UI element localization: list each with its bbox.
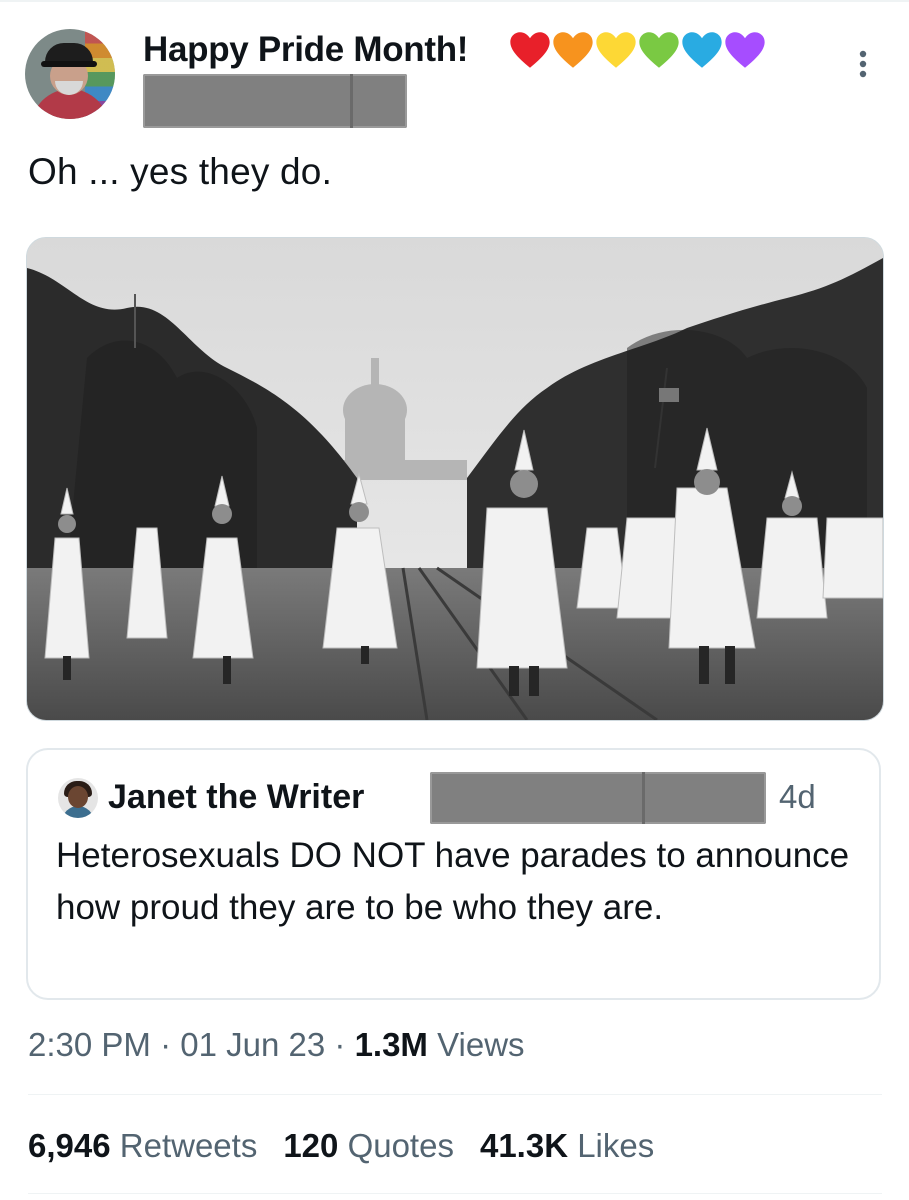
orange-heart-icon <box>553 32 593 68</box>
views-label: Views <box>437 1026 525 1063</box>
yellow-heart-icon <box>596 32 636 68</box>
top-divider <box>0 0 909 2</box>
retweets-stat[interactable]: 6,946 Retweets <box>28 1127 257 1164</box>
likes-label: Likes <box>577 1127 655 1164</box>
tweet-photo[interactable] <box>26 237 884 721</box>
avatar-cap-brim <box>41 61 97 67</box>
tweet-date[interactable]: 01 Jun 23 <box>180 1026 325 1063</box>
tweet-stats: 6,946 Retweets 120 Quotes 41.3K Likes <box>28 1123 654 1169</box>
blue-heart-icon <box>682 32 722 68</box>
redaction-seam <box>350 74 353 128</box>
meta-separator: · <box>334 1026 346 1063</box>
purple-heart-icon <box>725 32 765 68</box>
likes-stat[interactable]: 41.3K Likes <box>480 1127 654 1164</box>
more-options-icon[interactable] <box>848 44 878 84</box>
divider <box>28 1193 882 1194</box>
retweets-count: 6,946 <box>28 1127 111 1164</box>
author-handle-redaction <box>143 74 407 128</box>
quotes-stat[interactable]: 120 Quotes <box>283 1127 454 1164</box>
tweet-text: Oh ... yes they do. <box>28 151 333 192</box>
photo-scene <box>27 238 883 720</box>
red-heart-icon <box>510 32 550 68</box>
green-heart-icon <box>639 32 679 68</box>
quoted-author-avatar[interactable] <box>58 778 98 818</box>
quotes-label: Quotes <box>347 1127 454 1164</box>
quotes-count: 120 <box>283 1127 339 1164</box>
quoted-tweet-time[interactable]: 4d <box>779 774 816 820</box>
divider <box>28 1094 882 1095</box>
tweet-time[interactable]: 2:30 PM <box>28 1026 151 1063</box>
tweet-meta: 2:30 PM · 01 Jun 23 · 1.3M Views <box>28 1022 525 1068</box>
author-display-name[interactable]: Happy Pride Month! <box>143 28 468 72</box>
quoted-author-name[interactable]: Janet the Writer <box>108 774 364 820</box>
quoted-tweet-text: Heterosexuals DO NOT have parades to ann… <box>56 836 850 927</box>
avatar-face <box>68 786 88 808</box>
meta-separator: · <box>160 1026 172 1063</box>
author-avatar[interactable] <box>25 29 115 119</box>
quoted-tweet-card[interactable]: Janet the Writer 4d Heterosexuals DO NOT… <box>26 748 881 1000</box>
quoted-handle-redaction <box>430 772 766 824</box>
likes-count: 41.3K <box>479 1127 569 1164</box>
retweets-label: Retweets <box>119 1127 258 1164</box>
display-name-emoji <box>509 28 767 72</box>
views-count: 1.3M <box>354 1026 428 1063</box>
redaction-seam <box>642 772 645 824</box>
